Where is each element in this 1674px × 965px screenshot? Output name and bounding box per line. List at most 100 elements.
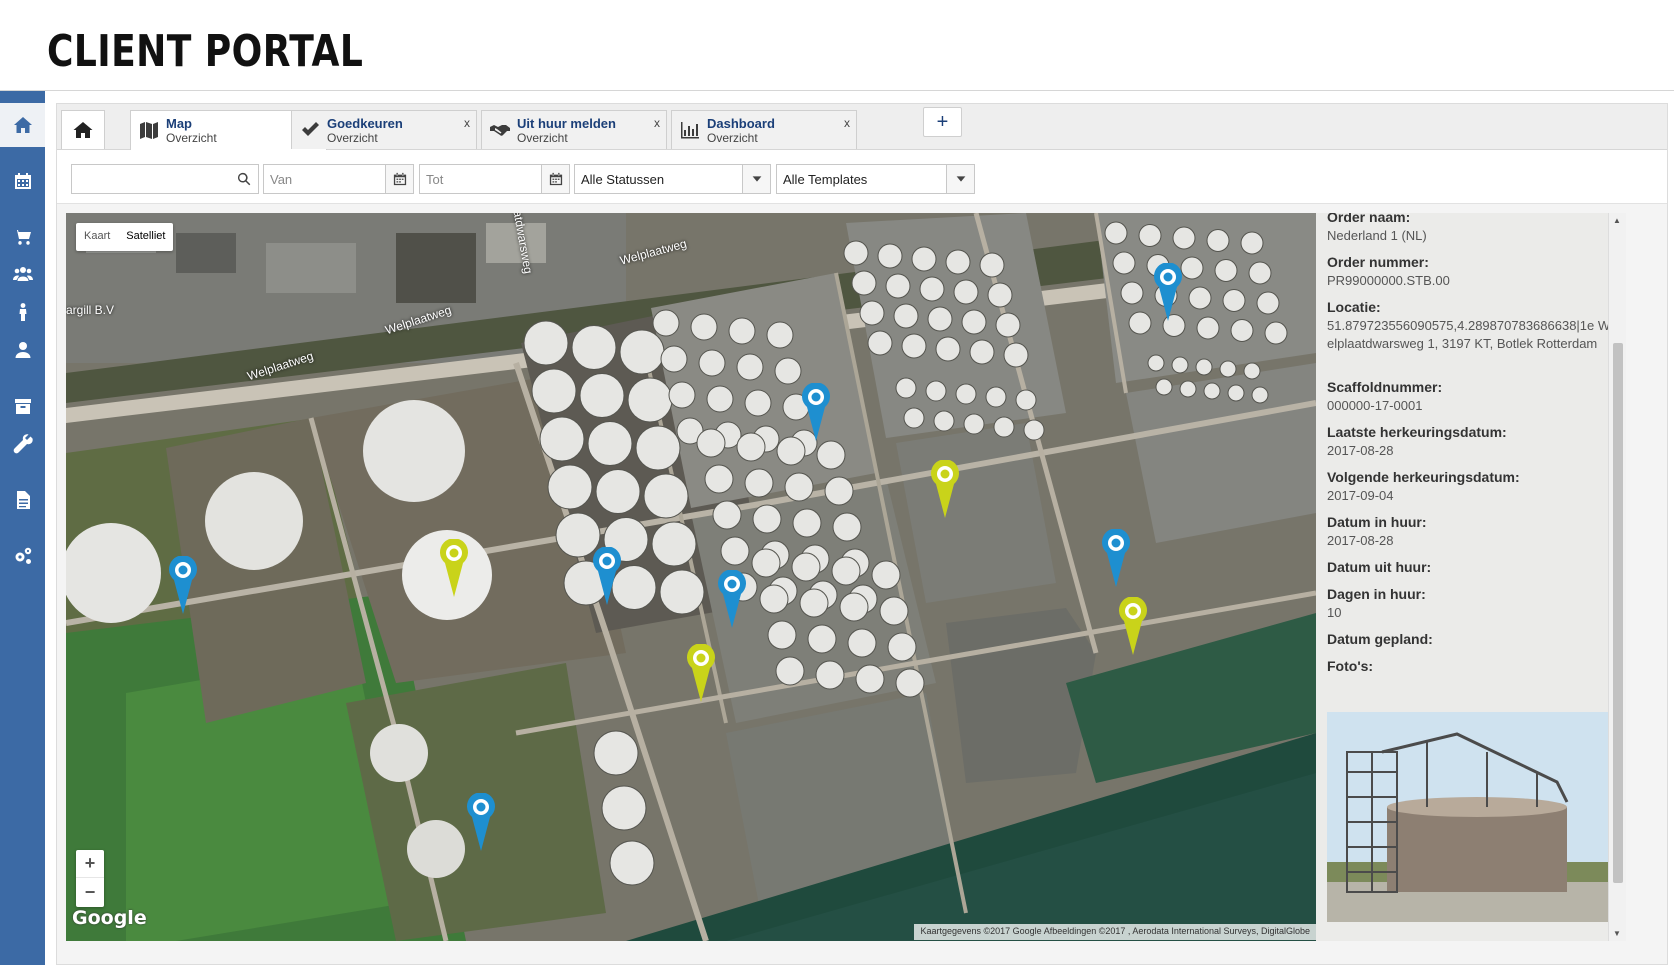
calendar-icon[interactable]: [541, 165, 569, 193]
status-select[interactable]: Alle Statussen: [574, 164, 771, 194]
storage-tank: [933, 410, 955, 432]
storage-tank: [895, 668, 925, 698]
map-marker-yellow[interactable]: [930, 460, 960, 518]
storage-tank: [712, 500, 742, 530]
zoom-control: + −: [76, 850, 104, 907]
map-marker-blue[interactable]: [1153, 263, 1183, 321]
tab-goedkeuren[interactable]: Goedkeuren Overzicht x: [291, 110, 477, 149]
tab-subtitle: Overzicht: [517, 131, 568, 145]
search-icon[interactable]: [230, 165, 258, 193]
info-value: 10: [1327, 605, 1342, 620]
storage-tank: [927, 306, 953, 332]
sidebar-item-tools[interactable]: [0, 422, 45, 466]
tab-close-button[interactable]: x: [464, 116, 470, 130]
info-label: Volgende herkeuringsdatum:: [1327, 469, 1520, 485]
cart-icon: [13, 230, 31, 245]
map-marker-blue[interactable]: [1101, 529, 1131, 587]
storage-tank: [824, 476, 854, 506]
sidebar-item-documents[interactable]: [0, 478, 45, 522]
sidebar-item-calendar[interactable]: [0, 159, 45, 203]
info-days-rented: Dagen in huur: 10: [1327, 586, 1612, 622]
map-marker-blue[interactable]: [592, 547, 622, 605]
storage-tank: [579, 373, 625, 418]
storage-tank: [752, 504, 782, 534]
template-select-value: Alle Templates: [783, 172, 868, 187]
tab-bar: Map Overzicht x Goedkeuren Overzicht x U…: [57, 104, 1667, 150]
storage-tank: [728, 317, 756, 345]
map-marker-blue[interactable]: [168, 556, 198, 614]
map-type-kaart-button[interactable]: Kaart: [76, 223, 118, 251]
sidebar-item-user[interactable]: [0, 328, 45, 372]
storage-tank: [1138, 224, 1162, 247]
storage-tank: [539, 416, 585, 462]
main-panel: Map Overzicht x Goedkeuren Overzicht x U…: [56, 103, 1668, 965]
storage-tank: [877, 243, 903, 269]
check-icon: [300, 120, 320, 140]
storage-tank: [1256, 291, 1280, 315]
tab-uit-huur-melden[interactable]: Uit huur melden Overzicht x: [481, 110, 667, 149]
map-marker-blue[interactable]: [466, 793, 496, 851]
storage-tank: [903, 407, 925, 429]
calendar-icon[interactable]: [385, 165, 413, 193]
storage-tank: [887, 632, 917, 662]
scrollbar-thumb[interactable]: [1613, 343, 1623, 883]
scroll-up-icon[interactable]: ▲: [1613, 216, 1621, 225]
storage-tank: [893, 303, 919, 329]
storage-tank: [696, 428, 726, 458]
storage-tank: [901, 333, 927, 359]
storage-tank: [1171, 356, 1189, 374]
info-value: 2017-08-28: [1327, 533, 1394, 548]
chevron-down-icon[interactable]: [742, 165, 770, 193]
storage-tank: [1222, 289, 1246, 312]
map-view[interactable]: Kaart Satelliet argill B.V Welplaatweg W…: [66, 213, 1316, 941]
storage-tank: [792, 508, 822, 538]
zoom-in-button[interactable]: +: [76, 850, 104, 878]
document-icon: [16, 491, 30, 509]
map-type-satelliet-button[interactable]: Satelliet: [118, 223, 173, 251]
storage-tank: [979, 252, 1005, 278]
storage-tank: [799, 588, 829, 618]
sidebar-item-home[interactable]: [0, 103, 45, 147]
storage-tank: [847, 628, 877, 658]
storage-tank: [643, 473, 689, 519]
map-marker-yellow[interactable]: [439, 539, 469, 597]
scroll-down-icon[interactable]: ▼: [1613, 929, 1621, 938]
wrench-icon: [13, 434, 33, 454]
home-tab[interactable]: [61, 110, 105, 149]
info-value: Nederland 1 (NL): [1327, 228, 1427, 243]
storage-tank: [1227, 384, 1245, 402]
sidebar-item-settings[interactable]: [0, 534, 45, 578]
storage-tank: [1104, 221, 1128, 245]
storage-tank: [1243, 362, 1261, 380]
storage-tank: [766, 321, 794, 349]
tab-close-button[interactable]: x: [844, 116, 850, 130]
person-icon: [19, 303, 26, 321]
scaffold-photo[interactable]: [1327, 712, 1609, 922]
date-from-field[interactable]: [263, 164, 414, 194]
map-marker-yellow[interactable]: [686, 644, 716, 702]
zoom-out-button[interactable]: −: [76, 878, 104, 906]
storage-tank: [720, 536, 750, 566]
date-to-field[interactable]: [419, 164, 570, 194]
chevron-down-icon[interactable]: [946, 165, 974, 193]
map-marker-blue[interactable]: [717, 570, 747, 628]
add-tab-button[interactable]: +: [923, 107, 962, 137]
storage-tank: [1264, 321, 1288, 345]
tab-dashboard[interactable]: Dashboard Overzicht x: [671, 110, 857, 149]
storage-tank: [652, 309, 680, 337]
storage-tank: [698, 349, 726, 377]
info-scrollbar[interactable]: ▲ ▼: [1608, 213, 1626, 941]
tab-close-button[interactable]: x: [654, 116, 660, 130]
info-date-in: Datum in huur: 2017-08-28: [1327, 514, 1612, 550]
sidebar: [0, 91, 45, 965]
map-marker-yellow[interactable]: [1118, 597, 1148, 655]
search-field[interactable]: [71, 164, 259, 194]
storage-tank: [855, 664, 885, 694]
template-select[interactable]: Alle Templates: [776, 164, 975, 194]
info-date-planned: Datum gepland:: [1327, 631, 1612, 649]
map-marker-blue[interactable]: [801, 383, 831, 441]
storage-tank: [1203, 382, 1221, 400]
storage-tank: [832, 512, 862, 542]
storage-tank: [815, 660, 845, 690]
storage-tank: [1206, 229, 1230, 252]
